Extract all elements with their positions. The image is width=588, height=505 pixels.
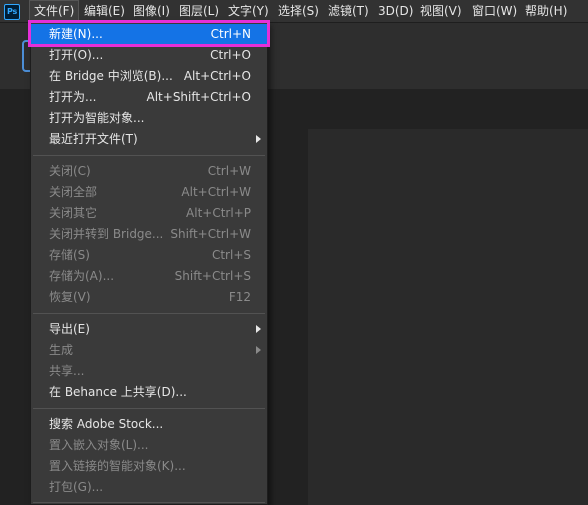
menu-item-label: 最近打开文件(T) — [49, 132, 138, 146]
menu-item-label: 在 Bridge 中浏览(B)... — [49, 69, 173, 83]
menu-item-new[interactable]: 新建(N)... Ctrl+N — [31, 24, 267, 45]
menu-separator — [33, 502, 265, 503]
menu-item-shortcut: Ctrl+W — [207, 164, 251, 178]
menu-item-close-and-go-to-bridge[interactable]: 关闭并转到 Bridge... Shift+Ctrl+W — [31, 224, 267, 245]
menu-item-label: 置入嵌入对象(L)... — [49, 438, 149, 452]
menu-item-close-others[interactable]: 关闭其它 Alt+Ctrl+P — [31, 203, 267, 224]
menu-filter[interactable]: 滤镜(T) — [324, 0, 373, 23]
menu-help[interactable]: 帮助(H) — [521, 0, 571, 23]
menu-item-shortcut: Shift+Ctrl+W — [170, 227, 251, 241]
menu-item-label: 置入链接的智能对象(K)... — [49, 459, 186, 473]
menu-select[interactable]: 选择(S) — [274, 0, 323, 23]
menu-item-generate[interactable]: 生成 — [31, 340, 267, 361]
menu-item-search-adobe-stock[interactable]: 搜索 Adobe Stock... — [31, 414, 267, 435]
menu-item-shortcut: Alt+Ctrl+W — [181, 185, 251, 199]
menu-separator — [33, 155, 265, 156]
photoshop-logo-icon: Ps — [4, 4, 20, 20]
menu-edit[interactable]: 编辑(E) — [80, 0, 129, 23]
menu-item-label: 搜索 Adobe Stock... — [49, 417, 164, 431]
menu-item-package[interactable]: 打包(G)... — [31, 477, 267, 498]
menu-item-label: 关闭并转到 Bridge... — [49, 227, 164, 241]
menu-item-shortcut: Ctrl+S — [211, 248, 251, 262]
menu-item-export[interactable]: 导出(E) — [31, 319, 267, 340]
menu-item-shortcut: Ctrl+N — [210, 27, 251, 41]
menu-item-place-embedded[interactable]: 置入嵌入对象(L)... — [31, 435, 267, 456]
submenu-arrow-icon — [256, 325, 261, 333]
menu-item-label: 生成 — [49, 343, 74, 357]
menu-item-share[interactable]: 共享... — [31, 361, 267, 382]
menu-item-label: 打开(O)... — [49, 48, 104, 62]
document-canvas[interactable] — [308, 129, 588, 505]
menu-item-shortcut: F12 — [228, 290, 251, 304]
menu-item-label: 恢复(V) — [49, 290, 91, 304]
menu-item-close[interactable]: 关闭(C) Ctrl+W — [31, 161, 267, 182]
menu-item-open[interactable]: 打开(O)... Ctrl+O — [31, 45, 267, 66]
menu-item-open-recent[interactable]: 最近打开文件(T) — [31, 129, 267, 150]
menu-item-save-as[interactable]: 存储为(A)... Shift+Ctrl+S — [31, 266, 267, 287]
menu-file[interactable]: 文件(F) — [29, 0, 80, 23]
menu-item-label: 关闭(C) — [49, 164, 91, 178]
menu-item-label: 关闭其它 — [49, 206, 98, 220]
menu-item-open-as[interactable]: 打开为... Alt+Shift+Ctrl+O — [31, 87, 267, 108]
menu-item-label: 新建(N)... — [49, 27, 103, 41]
menu-item-shortcut: Alt+Ctrl+O — [183, 69, 251, 83]
menu-item-save[interactable]: 存储(S) Ctrl+S — [31, 245, 267, 266]
menu-window[interactable]: 窗口(W) — [468, 0, 521, 23]
menu-item-shortcut: Shift+Ctrl+S — [174, 269, 251, 283]
file-menu-dropdown: 新建(N)... Ctrl+N 打开(O)... Ctrl+O 在 Bridge… — [30, 22, 268, 505]
menu-item-label: 关闭全部 — [49, 185, 98, 199]
menu-item-revert[interactable]: 恢复(V) F12 — [31, 287, 267, 308]
menu-item-label: 打开为智能对象... — [49, 111, 145, 125]
menu-item-label: 在 Behance 上共享(D)... — [49, 385, 187, 399]
menu-view[interactable]: 视图(V) — [416, 0, 466, 23]
menu-separator — [33, 408, 265, 409]
menu-item-label: 存储为(A)... — [49, 269, 115, 283]
menu-item-label: 共享... — [49, 364, 85, 378]
menu-bar: Ps 文件(F) 编辑(E) 图像(I) 图层(L) 文字(Y) 选择(S) 滤… — [0, 0, 588, 23]
submenu-arrow-icon — [256, 346, 261, 354]
menu-item-shortcut: Alt+Shift+Ctrl+O — [146, 90, 251, 104]
menu-item-shortcut: Ctrl+O — [210, 48, 251, 62]
menu-item-label: 打开为... — [49, 90, 97, 104]
menu-item-label: 导出(E) — [49, 322, 90, 336]
menu-3d[interactable]: 3D(D) — [374, 0, 417, 23]
menu-item-place-linked[interactable]: 置入链接的智能对象(K)... — [31, 456, 267, 477]
menu-item-open-as-smart-object[interactable]: 打开为智能对象... — [31, 108, 267, 129]
submenu-arrow-icon — [256, 135, 261, 143]
menu-type[interactable]: 文字(Y) — [224, 0, 273, 23]
menu-item-label: 打包(G)... — [49, 480, 104, 494]
menu-item-shortcut: Alt+Ctrl+P — [186, 206, 251, 220]
menu-separator — [33, 313, 265, 314]
menu-item-browse-in-bridge[interactable]: 在 Bridge 中浏览(B)... Alt+Ctrl+O — [31, 66, 267, 87]
menu-layer[interactable]: 图层(L) — [175, 0, 223, 23]
menu-item-share-on-behance[interactable]: 在 Behance 上共享(D)... — [31, 382, 267, 403]
menu-item-label: 存储(S) — [49, 248, 90, 262]
menu-image[interactable]: 图像(I) — [129, 0, 174, 23]
menu-item-close-all[interactable]: 关闭全部 Alt+Ctrl+W — [31, 182, 267, 203]
